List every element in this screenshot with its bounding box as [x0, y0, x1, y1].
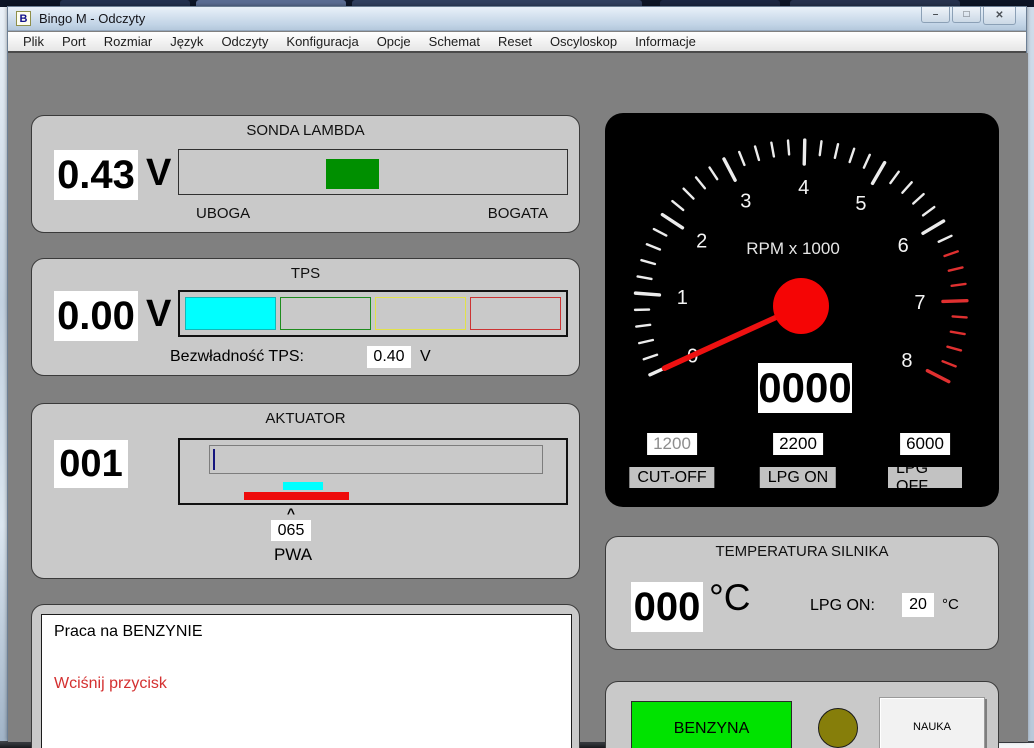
svg-text:8: 8 [901, 350, 912, 372]
svg-text:3: 3 [740, 191, 751, 213]
actuator-marker-cyan [283, 482, 323, 490]
menu-item-konfiguracja[interactable]: Konfiguracja [277, 32, 367, 51]
temperature-panel-title: TEMPERATURA SILNIKA [606, 543, 998, 560]
menu-item-język[interactable]: Język [161, 32, 212, 51]
lambda-indicator [326, 159, 379, 189]
menu-item-reset[interactable]: Reset [489, 32, 541, 51]
tps-panel-title: TPS [32, 265, 579, 282]
tps-value: 0.00 [54, 291, 138, 341]
menu-item-rozmiar[interactable]: Rozmiar [95, 32, 161, 51]
lambda-panel-title: SONDA LAMBDA [32, 122, 579, 139]
client-area: SONDA LAMBDA 0.43 V UBOGA BOGATA TPS 0.0… [8, 53, 1028, 742]
menu-item-oscyloskop[interactable]: Oscyloskop [541, 32, 626, 51]
svg-text:6: 6 [898, 235, 909, 257]
titlebar[interactable]: B Bingo M - Odczyty –□✕ [8, 7, 1026, 31]
background-left-strip [0, 7, 7, 748]
temperature-value: 000 [631, 582, 703, 632]
lpg-on-temp-value[interactable]: 20 [902, 593, 934, 617]
tps-segment-1 [185, 297, 276, 330]
menu-item-informacje[interactable]: Informacje [626, 32, 705, 51]
actuator-panel-title: AKTUATOR [32, 410, 579, 427]
lpg-on-temp-label: LPG ON: [810, 597, 875, 615]
threshold-label-lpg-off: LPG OFF [888, 467, 962, 488]
tps-bar [178, 290, 568, 337]
threshold-value-cut-off[interactable]: 1200 [647, 433, 697, 455]
actuator-panel: AKTUATOR 001 ^ 065 PWA [31, 403, 580, 579]
tps-segment-4 [470, 297, 561, 330]
actuator-position-label: PWA [274, 545, 312, 565]
actuator-bar-frame [178, 438, 568, 505]
actuator-cursor [213, 449, 215, 470]
rpm-display: 0000 [758, 363, 852, 413]
lambda-panel: SONDA LAMBDA 0.43 V UBOGA BOGATA [31, 115, 580, 233]
app-window: B Bingo M - Odczyty –□✕ PlikPortRozmiarJ… [7, 6, 1027, 741]
temperature-panel: TEMPERATURA SILNIKA 000 °C LPG ON: 20 °C [605, 536, 999, 650]
lambda-value: 0.43 [54, 150, 138, 200]
svg-text:1: 1 [677, 287, 688, 309]
lambda-scale: UBOGA BOGATA [178, 205, 568, 222]
lpg-on-temp-unit: °C [942, 596, 959, 613]
rpm-gauge-panel: 012345678 RPM x 1000 0000 1200CUT-OFF220… [605, 113, 999, 507]
tps-inertia-unit: V [420, 348, 431, 366]
svg-text:4: 4 [798, 177, 809, 199]
lambda-scale-rich: BOGATA [488, 205, 548, 222]
menu-item-port[interactable]: Port [53, 32, 95, 51]
svg-text:7: 7 [914, 292, 925, 314]
actuator-pointer-icon: ^ [287, 505, 295, 521]
lambda-unit: V [146, 152, 171, 195]
svg-text:2: 2 [696, 230, 707, 252]
message-box: Praca na BENZYNIE Wciśnij przycisk [41, 614, 572, 748]
menu-item-schemat[interactable]: Schemat [420, 32, 489, 51]
close-button[interactable]: ✕ [983, 7, 1016, 25]
screen: B Bingo M - Odczyty –□✕ PlikPortRozmiarJ… [0, 0, 1034, 748]
menu-item-opcje[interactable]: Opcje [368, 32, 420, 51]
tps-inertia-value[interactable]: 0.40 [367, 346, 411, 368]
message-panel: Praca na BENZYNIE Wciśnij przycisk [31, 604, 580, 748]
learn-button[interactable]: NAUKA [879, 697, 985, 748]
actuator-bar [209, 445, 543, 474]
fuel-button[interactable]: BENZYNA [631, 701, 792, 748]
svg-text:5: 5 [855, 193, 866, 215]
threshold-label-lpg-on: LPG ON [760, 467, 836, 488]
status-led [818, 708, 858, 748]
lambda-bar [178, 149, 568, 195]
message-line-2: Wciśnij przycisk [54, 675, 559, 693]
menubar: PlikPortRozmiarJęzykOdczytyKonfiguracjaO… [8, 32, 1026, 53]
window-controls: –□✕ [921, 7, 1016, 25]
menu-item-plik[interactable]: Plik [14, 32, 53, 51]
background-right-strip [1027, 7, 1034, 748]
tps-panel: TPS 0.00 V Bezwładność TPS: 0.40 V [31, 258, 580, 376]
message-line-1: Praca na BENZYNIE [54, 623, 559, 641]
rpm-gauge-label: RPM x 1000 [746, 239, 840, 259]
app-icon-letter: B [20, 13, 28, 25]
actuator-value: 001 [54, 440, 128, 488]
control-panel: BENZYNA NAUKA [605, 681, 999, 748]
temperature-unit: °C [709, 577, 751, 619]
app-icon: B [16, 11, 31, 26]
tps-segment-3 [375, 297, 466, 330]
tps-segment-2 [280, 297, 371, 330]
tps-inertia-label: Bezwładność TPS: [170, 348, 304, 366]
lambda-scale-lean: UBOGA [196, 205, 250, 222]
actuator-marker-red [244, 492, 349, 500]
threshold-label-cut-off: CUT-OFF [629, 467, 714, 488]
menu-item-odczyty[interactable]: Odczyty [212, 32, 277, 51]
threshold-value-lpg-off[interactable]: 6000 [900, 433, 950, 455]
maximize-button[interactable]: □ [952, 7, 981, 23]
actuator-position-value: 065 [271, 520, 311, 541]
minimize-button[interactable]: – [921, 7, 950, 23]
window-title: Bingo M - Odczyty [39, 11, 145, 26]
tps-unit: V [146, 293, 171, 336]
threshold-value-lpg-on[interactable]: 2200 [773, 433, 823, 455]
